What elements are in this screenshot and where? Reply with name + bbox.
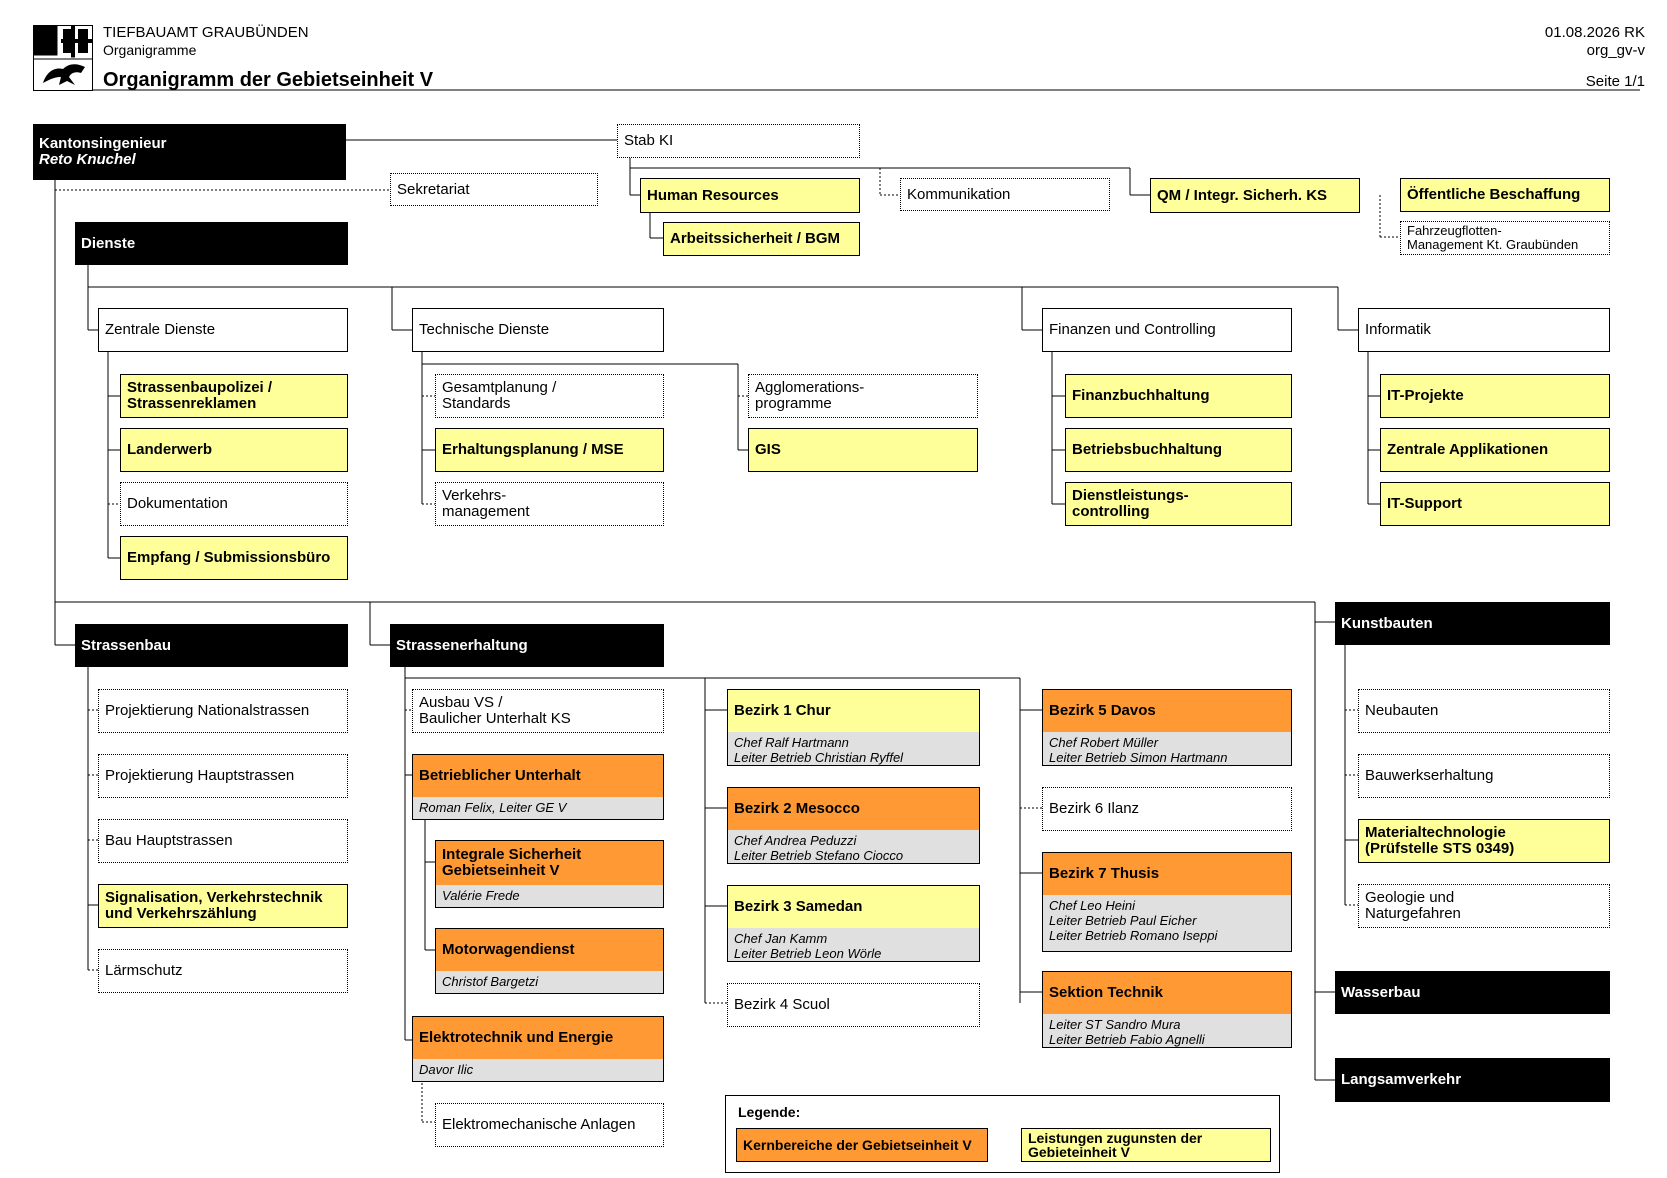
box-integrale-sicherheit: Integrale Sicherheit Gebietseinheit V Va… <box>435 840 664 908</box>
box-finanzbuchhaltung: Finanzbuchhaltung <box>1065 374 1292 418</box>
box-sektion-technik: Sektion Technik Leiter ST Sandro Mura Le… <box>1042 971 1292 1048</box>
box-stab: Stab KI <box>617 124 860 158</box>
box-title: Motorwagendienst <box>436 929 663 971</box>
box-person: Chef Ralf Hartmann Leiter Betrieb Christ… <box>728 732 979 765</box>
box-qm: QM / Integr. Sicherh. KS <box>1150 178 1360 213</box>
box-person: Christof Bargetzi <box>436 971 663 993</box>
legend-service-areas: Leistungen zugunsten der Gebieteinheit V <box>1021 1128 1271 1162</box>
box-it-projekte: IT-Projekte <box>1380 374 1610 418</box>
box-strassenbaupolizei: Strassenbaupolizei / Strassenreklamen <box>120 374 348 418</box>
box-title: Bezirk 7 Thusis <box>1043 853 1291 895</box>
box-projektierung-nationalstrassen: Projektierung Nationalstrassen <box>98 689 348 733</box>
box-title: Bezirk 5 Davos <box>1043 690 1291 732</box>
box-person: Chef Robert Müller Leiter Betrieb Simon … <box>1043 732 1291 765</box>
box-bauwerkserhaltung: Bauwerkserhaltung <box>1358 754 1610 798</box>
legend-core-areas: Kernbereiche der Gebietseinheit V <box>736 1128 988 1162</box>
box-person: Chef Jan Kamm Leiter Betrieb Leon Wörle <box>728 928 979 961</box>
box-person: Chef Andrea Peduzzi Leiter Betrieb Stefa… <box>728 830 979 863</box>
box-signalisation: Signalisation, Verkehrstechnik und Verke… <box>98 884 348 928</box>
box-neubauten: Neubauten <box>1358 689 1610 733</box>
box-informatik: Informatik <box>1358 308 1610 352</box>
box-bezirk-4: Bezirk 4 Scuol <box>727 983 980 1027</box>
box-bezirk-1: Bezirk 1 Chur Chef Ralf Hartmann Leiter … <box>727 689 980 766</box>
box-kommunikation: Kommunikation <box>900 178 1110 211</box>
box-landerwerb: Landerwerb <box>120 428 348 472</box>
legend: Legende: Kernbereiche der Gebietseinheit… <box>725 1095 1280 1173</box>
box-projektierung-hauptstrassen: Projektierung Hauptstrassen <box>98 754 348 798</box>
box-title: Sektion Technik <box>1043 972 1291 1014</box>
section-strassenerhaltung: Strassenerhaltung <box>390 624 664 667</box>
org-name: TIEFBAUAMT GRAUBÜNDEN <box>103 24 309 41</box>
box-materialtechnologie: Materialtechnologie (Prüfstelle STS 0349… <box>1358 819 1610 863</box>
head-name: Reto Knuchel <box>39 151 136 168</box>
box-elektromechanische-anlagen: Elektromechanische Anlagen <box>435 1103 664 1147</box>
document-date: 01.08.2026 RK <box>1544 24 1645 41</box>
box-title: Bezirk 1 Chur <box>728 690 979 732</box>
box-person: Leiter ST Sandro Mura Leiter Betrieb Fab… <box>1043 1014 1291 1047</box>
box-bezirk-3: Bezirk 3 Samedan Chef Jan Kamm Leiter Be… <box>727 885 980 962</box>
box-motorwagendienst: Motorwagendienst Christof Bargetzi <box>435 928 664 994</box>
box-bau-hauptstrassen: Bau Hauptstrassen <box>98 819 348 863</box>
box-zentrale-applikationen: Zentrale Applikationen <box>1380 428 1610 472</box>
box-betrieblicher-unterhalt: Betrieblicher Unterhalt Roman Felix, Lei… <box>412 754 664 820</box>
box-zentrale-dienste: Zentrale Dienste <box>98 308 348 352</box>
box-erhaltungsplanung: Erhaltungsplanung / MSE <box>435 428 664 472</box>
box-sekretariat: Sekretariat <box>390 173 598 206</box>
legend-title: Legende: <box>738 1104 801 1120</box>
box-title: Elektrotechnik und Energie <box>413 1017 663 1059</box>
box-title: Integrale Sicherheit Gebietseinheit V <box>436 841 663 885</box>
box-fahrzeugflotten: Fahrzeugflotten- Management Kt. Graubünd… <box>1400 221 1610 255</box>
box-bezirk-2: Bezirk 2 Mesocco Chef Andrea Peduzzi Lei… <box>727 787 980 864</box>
org-subtitle: Organigramme <box>103 42 197 58</box>
section-langsamverkehr: Langsamverkehr <box>1335 1058 1610 1102</box>
box-bezirk-5: Bezirk 5 Davos Chef Robert Müller Leiter… <box>1042 689 1292 766</box>
box-gis: GIS <box>748 428 978 472</box>
box-beschaffung: Öffentliche Beschaffung <box>1400 178 1610 212</box>
box-verkehrsmanagement: Verkehrs- management <box>435 482 664 526</box>
box-technische-dienste: Technische Dienste <box>412 308 664 352</box>
box-laermschutz: Lärmschutz <box>98 949 348 993</box>
box-person: Chef Leo Heini Leiter Betrieb Paul Eiche… <box>1043 895 1291 951</box>
box-title: Bezirk 2 Mesocco <box>728 788 979 830</box>
section-dienste: Dienste <box>75 222 348 265</box>
box-person: Roman Felix, Leiter GE V <box>413 797 663 819</box>
page-title: Organigramm der Gebietseinheit V <box>103 69 434 91</box>
section-kunstbauten: Kunstbauten <box>1335 602 1610 645</box>
box-finanzen: Finanzen und Controlling <box>1042 308 1292 352</box>
box-dienstleistungscontrolling: Dienstleistungs- controlling <box>1065 482 1292 526</box>
coat-of-arms-icon <box>33 25 93 91</box>
box-geologie: Geologie und Naturgefahren <box>1358 884 1610 928</box>
box-betriebsbuchhaltung: Betriebsbuchhaltung <box>1065 428 1292 472</box>
box-dokumentation: Dokumentation <box>120 482 348 526</box>
box-gesamtplanung: Gesamtplanung / Standards <box>435 374 664 418</box>
box-title: Betrieblicher Unterhalt <box>413 755 663 797</box>
section-strassenbau: Strassenbau <box>75 624 348 667</box>
page-number: Seite 1/1 <box>1585 73 1645 90</box>
box-bezirk-7: Bezirk 7 Thusis Chef Leo Heini Leiter Be… <box>1042 852 1292 952</box>
box-title: Bezirk 3 Samedan <box>728 886 979 928</box>
box-agglomerationsprogramme: Agglomerations- programme <box>748 374 978 418</box>
box-ausbau-vs: Ausbau VS / Baulicher Unterhalt KS <box>412 689 664 733</box>
box-person: Davor Ilic <box>413 1059 663 1081</box>
document-id: org_gv-v <box>1586 42 1645 59</box>
section-wasserbau: Wasserbau <box>1335 971 1610 1014</box>
box-human-resources: Human Resources <box>640 178 860 213</box>
box-person: Valérie Frede <box>436 885 663 907</box>
box-it-support: IT-Support <box>1380 482 1610 526</box>
box-bezirk-6: Bezirk 6 Ilanz <box>1042 787 1292 831</box>
head-title: Kantonsingenieur <box>39 135 167 152</box>
box-empfang: Empfang / Submissionsbüro <box>120 536 348 580</box>
box-arbeitssicherheit: Arbeitssicherheit / BGM <box>663 222 860 256</box>
head-kantonsingenieur: Kantonsingenieur Reto Knuchel <box>33 124 346 180</box>
box-elektrotechnik: Elektrotechnik und Energie Davor Ilic <box>412 1016 664 1082</box>
